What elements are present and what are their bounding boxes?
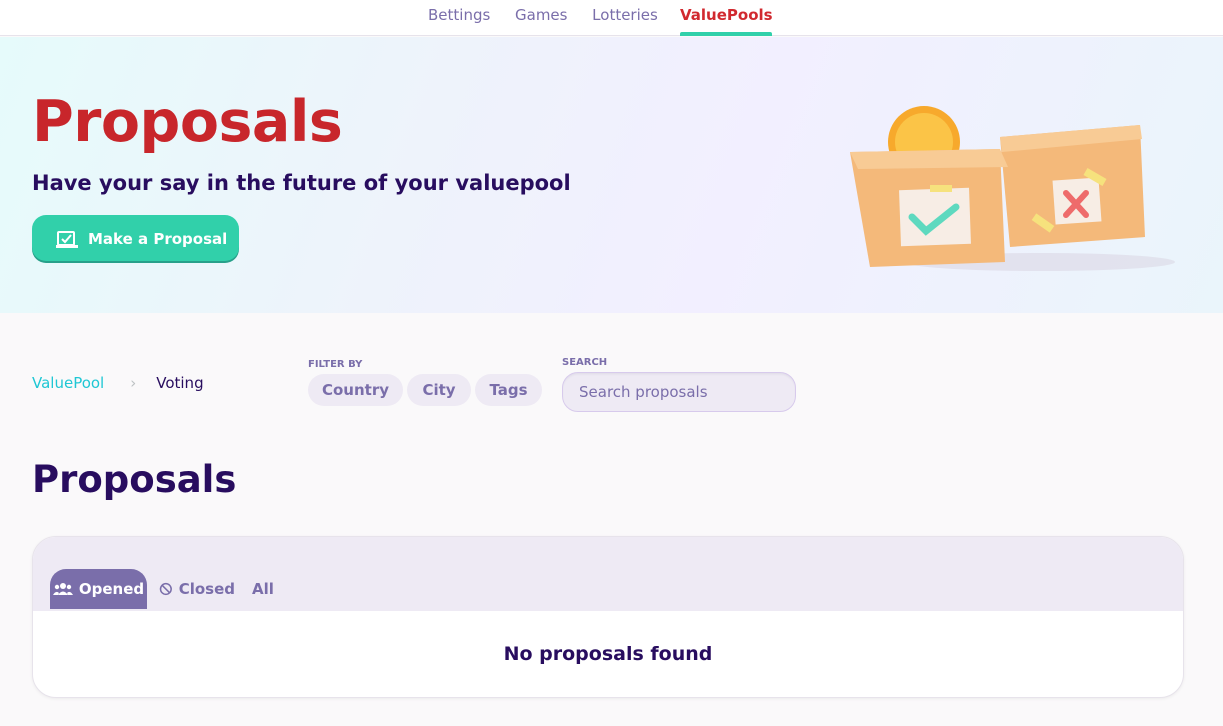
chip-label: Country: [321, 381, 390, 399]
filter-city-chip[interactable]: City: [407, 374, 471, 406]
tab-all[interactable]: All: [247, 569, 279, 609]
proposals-section-title: Proposals: [32, 458, 237, 501]
proposals-tabs-bar: Opened Closed All: [33, 537, 1183, 611]
breadcrumb-voting: Voting: [156, 374, 204, 392]
make-proposal-label: Make a Proposal: [88, 230, 228, 248]
ballot-boxes-illustration: [850, 106, 1175, 271]
make-proposal-button[interactable]: Make a Proposal: [32, 215, 239, 263]
hero-title: Proposals: [32, 89, 343, 155]
proposals-card: Opened Closed All No proposals found: [32, 536, 1184, 698]
tab-label: Bettings: [428, 6, 491, 24]
hero-banner: Proposals Have your say in the future of…: [0, 37, 1223, 313]
tab-games[interactable]: Games: [515, 6, 568, 36]
empty-state-message: No proposals found: [503, 643, 713, 665]
tab-label: Opened: [78, 580, 145, 598]
breadcrumb: ValuePool › Voting: [32, 374, 204, 392]
active-tab-indicator: [680, 32, 772, 36]
filter-tags-chip[interactable]: Tags: [475, 374, 542, 406]
tab-label: ValuePools: [680, 6, 773, 24]
tab-label: All: [252, 580, 274, 598]
tab-label: Games: [515, 6, 568, 24]
tab-lotteries[interactable]: Lotteries: [592, 6, 658, 36]
chip-label: City: [422, 381, 456, 399]
hero-subtitle: Have your say in the future of your valu…: [32, 171, 571, 195]
tab-bettings[interactable]: Bettings: [428, 6, 490, 36]
tab-closed[interactable]: Closed: [159, 569, 235, 609]
tab-label: Closed: [178, 580, 235, 598]
group-icon: [52, 583, 73, 595]
tab-label: Lotteries: [592, 6, 658, 24]
vote-icon: [56, 231, 78, 248]
chevron-right-icon: ›: [130, 374, 137, 392]
search-label: SEARCH: [562, 357, 608, 368]
search-input[interactable]: [562, 372, 796, 412]
top-nav: Bettings Games Lotteries ValuePools: [0, 0, 1223, 36]
filter-by-label: FILTER BY: [308, 359, 363, 370]
tab-opened[interactable]: Opened: [50, 569, 147, 609]
breadcrumb-valuepool[interactable]: ValuePool: [32, 374, 104, 392]
chip-label: Tags: [489, 381, 528, 399]
block-icon: [159, 582, 172, 596]
filter-country-chip[interactable]: Country: [308, 374, 403, 406]
tab-valuepools[interactable]: ValuePools: [680, 6, 773, 36]
